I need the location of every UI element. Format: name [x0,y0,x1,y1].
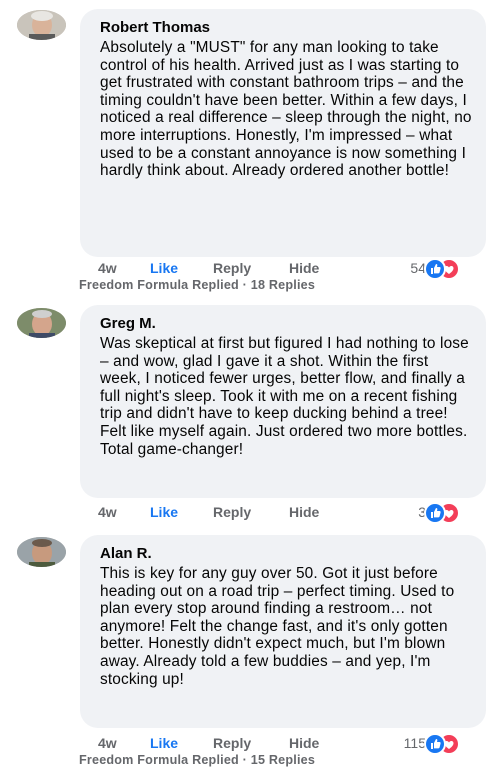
avatar[interactable] [17,308,66,338]
replies-link[interactable]: Freedom Formula Replied · 18 Replies [79,278,315,292]
comment-text: Absolutely a "MUST" for any man looking … [100,39,472,180]
comment-actions: 4w Like Reply Hide 115 [98,733,478,755]
comment-timestamp[interactable]: 4w [98,504,117,520]
comment-actions: 4w Like Reply Hide 54 [98,258,478,280]
reaction-icons[interactable] [424,258,464,280]
hide-button[interactable]: Hide [289,735,319,751]
reply-button[interactable]: Reply [213,260,251,276]
comment-text: Was skeptical at first but figured I had… [100,335,469,458]
comment-bubble: Alan R. This is key for any guy over 50.… [80,535,486,728]
reaction-icons[interactable] [424,502,464,524]
comment-author[interactable]: Robert Thomas [100,19,472,37]
comment-timestamp[interactable]: 4w [98,735,117,751]
comment-author[interactable]: Alan R. [100,545,472,563]
like-icon [424,258,446,280]
comment-timestamp[interactable]: 4w [98,260,117,276]
comment-bubble: Robert Thomas Absolutely a "MUST" for an… [80,9,486,257]
avatar[interactable] [17,10,66,40]
like-icon [424,733,446,755]
reaction-icons[interactable] [424,733,464,755]
replies-link[interactable]: Freedom Formula Replied · 15 Replies [79,753,315,767]
reaction-count[interactable]: 115 [404,735,426,751]
like-icon [424,502,446,524]
like-button[interactable]: Like [150,504,178,520]
avatar[interactable] [17,537,66,567]
like-button[interactable]: Like [150,735,178,751]
comment-actions: 4w Like Reply Hide 3 [98,502,478,524]
comment-text: This is key for any guy over 50. Got it … [100,565,455,688]
reply-button[interactable]: Reply [213,504,251,520]
comment-author[interactable]: Greg M. [100,315,472,333]
reply-button[interactable]: Reply [213,735,251,751]
hide-button[interactable]: Hide [289,504,319,520]
hide-button[interactable]: Hide [289,260,319,276]
like-button[interactable]: Like [150,260,178,276]
comment-bubble: Greg M. Was skeptical at first but figur… [80,305,486,498]
